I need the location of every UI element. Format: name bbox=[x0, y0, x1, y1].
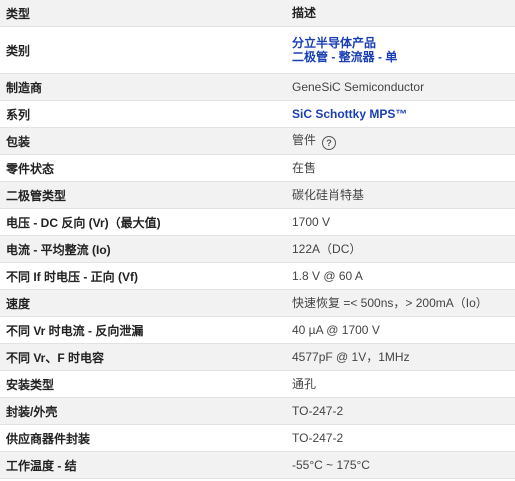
manufacturer-value: GeneSiC Semiconductor bbox=[292, 80, 425, 94]
speed-value: 快速恢复 =< 500ns，> 200mA（Io） bbox=[292, 296, 488, 310]
table-row-manufacturer: 制造商 GeneSiC Semiconductor bbox=[0, 74, 515, 101]
category-link-discrete[interactable]: 分立半导体产品 bbox=[292, 36, 515, 50]
rectified-current-value: 122A（DC） bbox=[292, 242, 362, 256]
row-label: 零件状态 bbox=[6, 161, 55, 176]
series-link[interactable]: SiC Schottky MPS™ bbox=[292, 107, 515, 121]
row-label: 封装/外壳 bbox=[6, 404, 58, 419]
table-row-category: 类别 分立半导体产品 二极管 - 整流器 - 单 bbox=[0, 27, 515, 74]
header-type: 类型 bbox=[6, 6, 31, 21]
capacitance-value: 4577pF @ 1V，1MHz bbox=[292, 350, 410, 364]
row-value: 管件? bbox=[292, 133, 515, 150]
table-row-forward-voltage: 不同 If 时电压 - 正向 (Vf) 1.8 V @ 60 A bbox=[0, 263, 515, 290]
category-link-rectifiers[interactable]: 二极管 - 整流器 - 单 bbox=[292, 50, 515, 64]
packaging-value: 管件 bbox=[292, 132, 317, 147]
row-label: 制造商 bbox=[6, 80, 43, 95]
row-label: 不同 Vr、F 时电容 bbox=[6, 350, 105, 365]
forward-voltage-value: 1.8 V @ 60 A bbox=[292, 269, 363, 283]
part-status-value: 在售 bbox=[292, 161, 317, 175]
table-row-supplier-package: 供应商器件封装 TO-247-2 bbox=[0, 425, 515, 452]
row-label: 速度 bbox=[6, 296, 31, 311]
row-label: 系列 bbox=[6, 107, 31, 122]
row-label: 电流 - 平均整流 (Io) bbox=[6, 242, 111, 257]
table-row-package-case: 封装/外壳 TO-247-2 bbox=[0, 398, 515, 425]
supplier-package-value: TO-247-2 bbox=[292, 431, 344, 445]
table-row-reverse-voltage: 电压 - DC 反向 (Vr)（最大值) 1700 V bbox=[0, 209, 515, 236]
diode-type-value: 碳化硅肖特基 bbox=[292, 188, 365, 202]
table-row-series: 系列 SiC Schottky MPS™ bbox=[0, 101, 515, 128]
row-label: 类别 bbox=[6, 43, 31, 58]
operating-temp-value: -55°C ~ 175°C bbox=[292, 458, 370, 472]
reverse-leakage-value: 40 µA @ 1700 V bbox=[292, 323, 380, 337]
row-label: 工作温度 - 结 bbox=[6, 458, 77, 473]
product-attributes-table: 类型 描述 类别 分立半导体产品 二极管 - 整流器 - 单 制造商 GeneS… bbox=[0, 0, 515, 479]
table-header: 类型 描述 bbox=[0, 0, 515, 27]
row-label: 电压 - DC 反向 (Vr)（最大值) bbox=[6, 215, 161, 230]
table-row-part-status: 零件状态 在售 bbox=[0, 155, 515, 182]
table-row-reverse-leakage: 不同 Vr 时电流 - 反向泄漏 40 µA @ 1700 V bbox=[0, 317, 515, 344]
table-row-operating-temp: 工作温度 - 结 -55°C ~ 175°C bbox=[0, 452, 515, 479]
table-row-diode-type: 二极管类型 碳化硅肖特基 bbox=[0, 182, 515, 209]
row-label: 二极管类型 bbox=[6, 188, 67, 203]
header-description: 描述 bbox=[292, 6, 317, 20]
row-value: SiC Schottky MPS™ bbox=[292, 107, 515, 121]
table-row-speed: 速度 快速恢复 =< 500ns，> 200mA（Io） bbox=[0, 290, 515, 317]
row-value: 分立半导体产品 二极管 - 整流器 - 单 bbox=[292, 36, 515, 64]
row-label: 包装 bbox=[6, 134, 31, 149]
row-label: 安装类型 bbox=[6, 377, 55, 392]
row-label: 不同 Vr 时电流 - 反向泄漏 bbox=[6, 323, 144, 338]
row-label: 供应商器件封装 bbox=[6, 431, 91, 446]
table-row-rectified-current: 电流 - 平均整流 (Io) 122A（DC） bbox=[0, 236, 515, 263]
reverse-voltage-value: 1700 V bbox=[292, 215, 331, 229]
row-label: 不同 If 时电压 - 正向 (Vf) bbox=[6, 269, 138, 284]
table-row-capacitance: 不同 Vr、F 时电容 4577pF @ 1V，1MHz bbox=[0, 344, 515, 371]
mounting-type-value: 通孔 bbox=[292, 377, 317, 391]
table-row-mounting-type: 安装类型 通孔 bbox=[0, 371, 515, 398]
help-circle-icon[interactable]: ? bbox=[322, 135, 337, 150]
table-row-packaging: 包装 管件? bbox=[0, 128, 515, 155]
package-case-value: TO-247-2 bbox=[292, 404, 344, 418]
